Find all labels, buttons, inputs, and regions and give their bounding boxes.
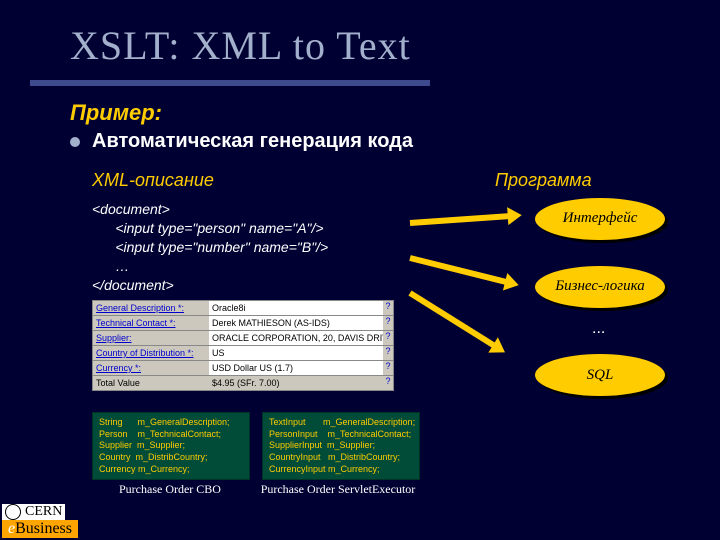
- oval-logic: Бизнес-логика: [535, 266, 665, 308]
- right-column-header: Программа: [495, 170, 592, 191]
- help-icon: ?: [383, 361, 393, 375]
- help-icon: ?: [383, 376, 393, 390]
- help-icon: ?: [383, 301, 393, 315]
- help-icon: ?: [383, 331, 393, 345]
- bullet-row: Автоматическая генерация кода: [70, 130, 413, 153]
- form-screenshot: General Description *: Oracle8i ? Techni…: [92, 300, 394, 391]
- form-value: Derek MATHIESON (AS-IDS): [209, 316, 383, 330]
- caption-row: Purchase Order CBO Purchase Order Servle…: [92, 482, 416, 497]
- title-underline: [30, 80, 430, 86]
- form-value: US: [209, 346, 383, 360]
- caption-right: Purchase Order ServletExecutor: [260, 482, 416, 497]
- form-value: ORACLE CORPORATION, 20, DAVIS DRIVE, CA …: [209, 331, 383, 345]
- form-value: Oracle8i: [209, 301, 383, 315]
- globe-icon: [5, 504, 21, 520]
- business-text: Business: [15, 520, 72, 537]
- form-label: Currency *:: [93, 361, 209, 375]
- code-box-right: TextInput m_GeneralDescription; PersonIn…: [262, 412, 420, 480]
- slide-title: XSLT: XML to Text: [70, 22, 411, 69]
- help-icon: ?: [383, 346, 393, 360]
- form-total-value: $4.95 (SFr. 7.00): [209, 376, 383, 390]
- code-box-left: String m_GeneralDescription; Person m_Te…: [92, 412, 250, 480]
- bullet-icon: [70, 137, 80, 147]
- xml-code-block: <document> <input type="person" name="A"…: [92, 200, 328, 294]
- oval-sql: SQL: [535, 354, 665, 396]
- cern-text: CERN: [25, 504, 62, 520]
- arrow-icon: [408, 290, 496, 348]
- ellipsis: ...: [592, 320, 605, 338]
- footer-logo: CERN eBusiness: [2, 504, 78, 538]
- form-label: Country of Distribution *:: [93, 346, 209, 360]
- form-total-label: Total Value: [93, 376, 209, 390]
- code-boxes: String m_GeneralDescription; Person m_Te…: [92, 412, 420, 480]
- bullet-text: Автоматическая генерация кода: [92, 130, 413, 153]
- form-label: Supplier:: [93, 331, 209, 345]
- caption-left: Purchase Order CBO: [92, 482, 248, 497]
- arrow-icon: [410, 213, 510, 226]
- help-icon: ?: [383, 316, 393, 330]
- form-label: Technical Contact *:: [93, 316, 209, 330]
- oval-interface: Интерфейс: [535, 198, 665, 240]
- form-label: General Description *:: [93, 301, 209, 315]
- form-value: USD Dollar US (1.7): [209, 361, 383, 375]
- cern-row: CERN: [2, 504, 65, 520]
- arrow-icon: [409, 255, 507, 285]
- ebusiness-logo: eBusiness: [2, 520, 78, 538]
- subtitle: Пример:: [70, 100, 162, 126]
- left-column-header: XML-описание: [92, 170, 214, 191]
